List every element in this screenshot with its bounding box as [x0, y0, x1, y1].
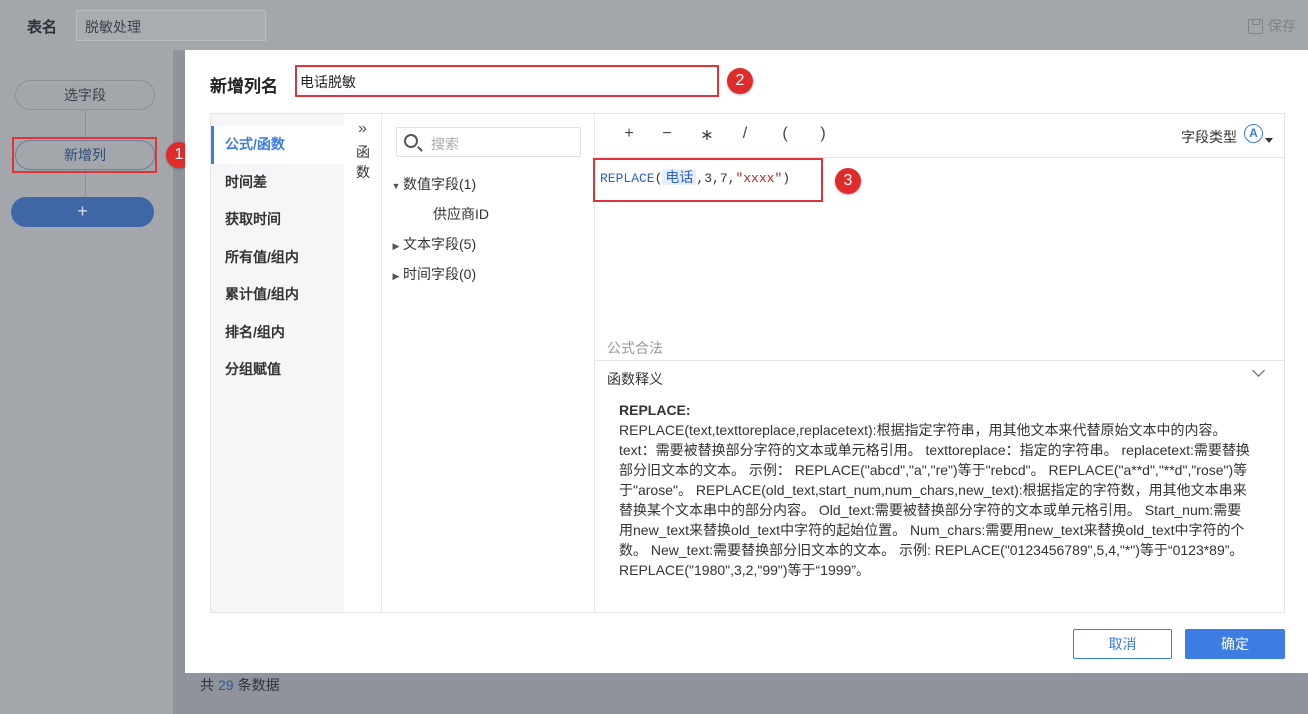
category-time-diff[interactable]: 时间差 — [211, 164, 344, 202]
open-paren-button[interactable]: ( — [775, 125, 795, 143]
step-select-fields[interactable]: 选字段 — [15, 80, 155, 110]
close-paren-button[interactable]: ) — [813, 125, 833, 143]
function-help-header[interactable]: 函数释义 — [595, 360, 1285, 392]
highlight-box-3 — [593, 158, 823, 202]
caret-right-icon: ▶ — [392, 271, 400, 281]
operator-toolbar: + − ∗ / ( ) 字段类型 A — [595, 114, 1285, 158]
double-chevron-right-icon: » — [358, 120, 367, 137]
record-count-suffix: 条数据 — [237, 677, 280, 693]
divide-operator-button[interactable]: / — [735, 125, 755, 143]
field-search-input[interactable]: 搜索 — [396, 127, 581, 157]
caret-right-icon: ▶ — [392, 241, 400, 251]
function-collapse-toggle[interactable]: » 函数 — [344, 114, 382, 612]
tree-group-numeric[interactable]: ▼ 数值字段(1) — [389, 169, 489, 199]
function-help-name: REPLACE: — [619, 402, 691, 418]
confirm-button[interactable]: 确定 — [1185, 629, 1285, 659]
multiply-operator-button[interactable]: ∗ — [697, 125, 717, 145]
tree-group-time[interactable]: ▶ 时间字段(0) — [389, 259, 489, 289]
cancel-button[interactable]: 取消 — [1073, 629, 1172, 659]
function-help-text: REPLACE(text,texttoreplace,replacetext):… — [619, 422, 1250, 578]
category-rank[interactable]: 排名/组内 — [211, 314, 344, 352]
table-name-label: 表名 — [27, 19, 58, 36]
category-cumulative[interactable]: 累计值/组内 — [211, 276, 344, 314]
chevron-down-icon[interactable] — [1252, 364, 1265, 377]
annotation-badge-2: 2 — [727, 68, 753, 94]
tree-group-time-label: 时间字段(0) — [403, 266, 477, 282]
caret-down-icon: ▼ — [391, 181, 401, 191]
category-formula-function[interactable]: 公式/函数 — [211, 126, 344, 164]
table-name-input[interactable]: 脱敏处理 — [76, 10, 266, 41]
field-type-label: 字段类型 — [1181, 129, 1237, 145]
new-column-dialog: 新增列名 电话脱敏 2 公式/函数 时间差 获取时间 所有值/组内 累计值/组内… — [185, 50, 1308, 673]
top-bar: 表名 脱敏处理 保存 — [0, 0, 1308, 50]
formula-editor: + − ∗ / ( ) 字段类型 A REPLACE(电话 ,3,7,"xxxx"… — [593, 114, 1285, 612]
add-step-button[interactable]: + — [11, 197, 154, 227]
field-type-caret-icon[interactable] — [1265, 138, 1273, 143]
highlight-box-1 — [12, 137, 157, 173]
tree-item-supplier-id[interactable]: 供应商ID — [389, 199, 489, 229]
tree-group-numeric-label: 数值字段(1) — [403, 176, 477, 192]
column-name-input[interactable]: 电话脱敏 — [295, 65, 719, 97]
record-count: 共 29 条数据 — [200, 675, 280, 695]
tree-group-text-label: 文本字段(5) — [403, 236, 477, 252]
record-count-number: 29 — [218, 677, 234, 693]
save-icon — [1248, 18, 1263, 34]
category-all-values[interactable]: 所有值/组内 — [211, 239, 344, 277]
field-tree: ▼ 数值字段(1) 供应商ID ▶ 文本字段(5) ▶ 时间字段(0) — [389, 169, 489, 289]
function-collapse-label: 函数 — [356, 144, 370, 180]
category-get-time[interactable]: 获取时间 — [211, 201, 344, 239]
tree-group-text[interactable]: ▶ 文本字段(5) — [389, 229, 489, 259]
category-group-assign[interactable]: 分组赋值 — [211, 351, 344, 389]
formula-validity-status: 公式合法 — [607, 340, 663, 356]
save-button[interactable]: 保存 — [1248, 16, 1296, 36]
category-list: 公式/函数 时间差 获取时间 所有值/组内 累计值/组内 排名/组内 分组赋值 — [211, 114, 344, 612]
record-count-prefix: 共 — [200, 677, 214, 693]
formula-panel: 公式/函数 时间差 获取时间 所有值/组内 累计值/组内 排名/组内 分组赋值 … — [210, 113, 1285, 613]
save-label: 保存 — [1268, 18, 1296, 34]
annotation-badge-3: 3 — [835, 168, 861, 194]
search-placeholder: 搜索 — [431, 136, 459, 152]
function-help-title: 函数释义 — [607, 371, 663, 387]
minus-operator-button[interactable]: − — [657, 125, 677, 143]
plus-operator-button[interactable]: + — [619, 125, 639, 143]
search-icon — [404, 134, 418, 148]
function-help-body: REPLACE: REPLACE(text,texttoreplace,repl… — [619, 400, 1255, 580]
field-list-panel: 搜索 ▼ 数值字段(1) 供应商ID ▶ 文本字段(5) ▶ 时间字段(0) — [383, 114, 595, 612]
dialog-title: 新增列名 — [210, 77, 278, 96]
field-type-icon[interactable]: A — [1244, 124, 1263, 143]
